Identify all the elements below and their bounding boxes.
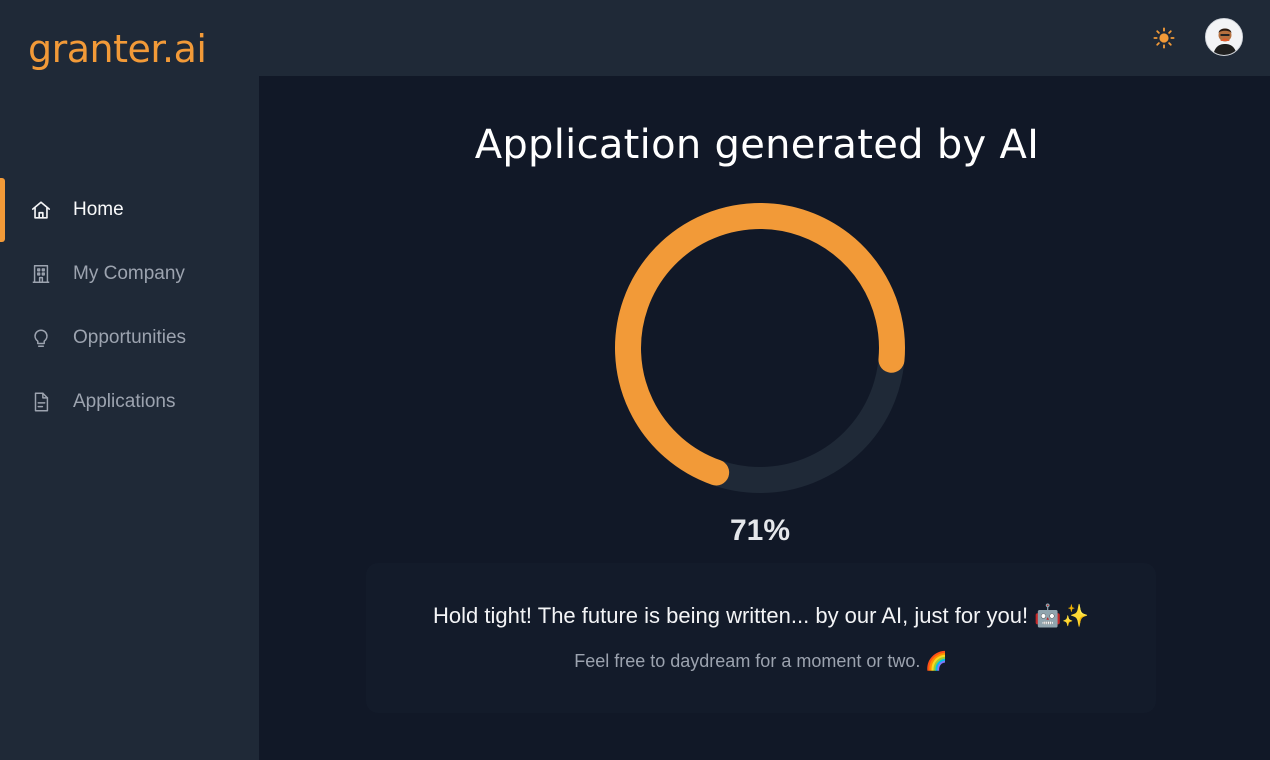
person-icon <box>1206 19 1242 55</box>
home-icon <box>30 199 52 221</box>
sidebar-item-label: Opportunities <box>73 327 187 348</box>
lightbulb-icon <box>30 327 52 349</box>
main-content: Application generated by AI 71% Hold tig… <box>259 76 1270 760</box>
theme-toggle-button[interactable] <box>1150 24 1178 52</box>
sun-icon <box>1153 27 1175 49</box>
sidebar-item-label: Applications <box>73 391 176 412</box>
sidebar-item-my-company[interactable]: My Company <box>0 242 259 306</box>
status-message: Hold tight! The future is being written.… <box>432 603 1089 628</box>
status-submessage: Feel free to daydream for a moment or tw… <box>574 651 948 671</box>
progress-ring <box>615 203 905 493</box>
sidebar-item-label: Home <box>73 199 124 220</box>
sidebar-item-home[interactable]: Home <box>0 178 259 242</box>
sidebar-nav: Home My Company Opportunities Applicatio… <box>0 178 259 434</box>
user-avatar[interactable] <box>1205 18 1243 56</box>
document-icon <box>30 391 52 413</box>
top-bar: granter.ai <box>0 0 1270 76</box>
sidebar-item-label: My Company <box>73 263 185 284</box>
sidebar-item-applications[interactable]: Applications <box>0 370 259 434</box>
sidebar-item-opportunities[interactable]: Opportunities <box>0 306 259 370</box>
brand-logo[interactable]: granter.ai <box>28 24 207 74</box>
app-root: granter.ai Home My Company Opportunities… <box>0 0 1270 760</box>
building-icon <box>30 263 52 285</box>
progress-percentage: 71% <box>729 514 791 547</box>
page-title: Application generated by AI <box>474 122 1040 168</box>
sidebar: Home My Company Opportunities Applicatio… <box>0 76 259 760</box>
status-message-card: Hold tight! The future is being written.… <box>366 563 1156 713</box>
